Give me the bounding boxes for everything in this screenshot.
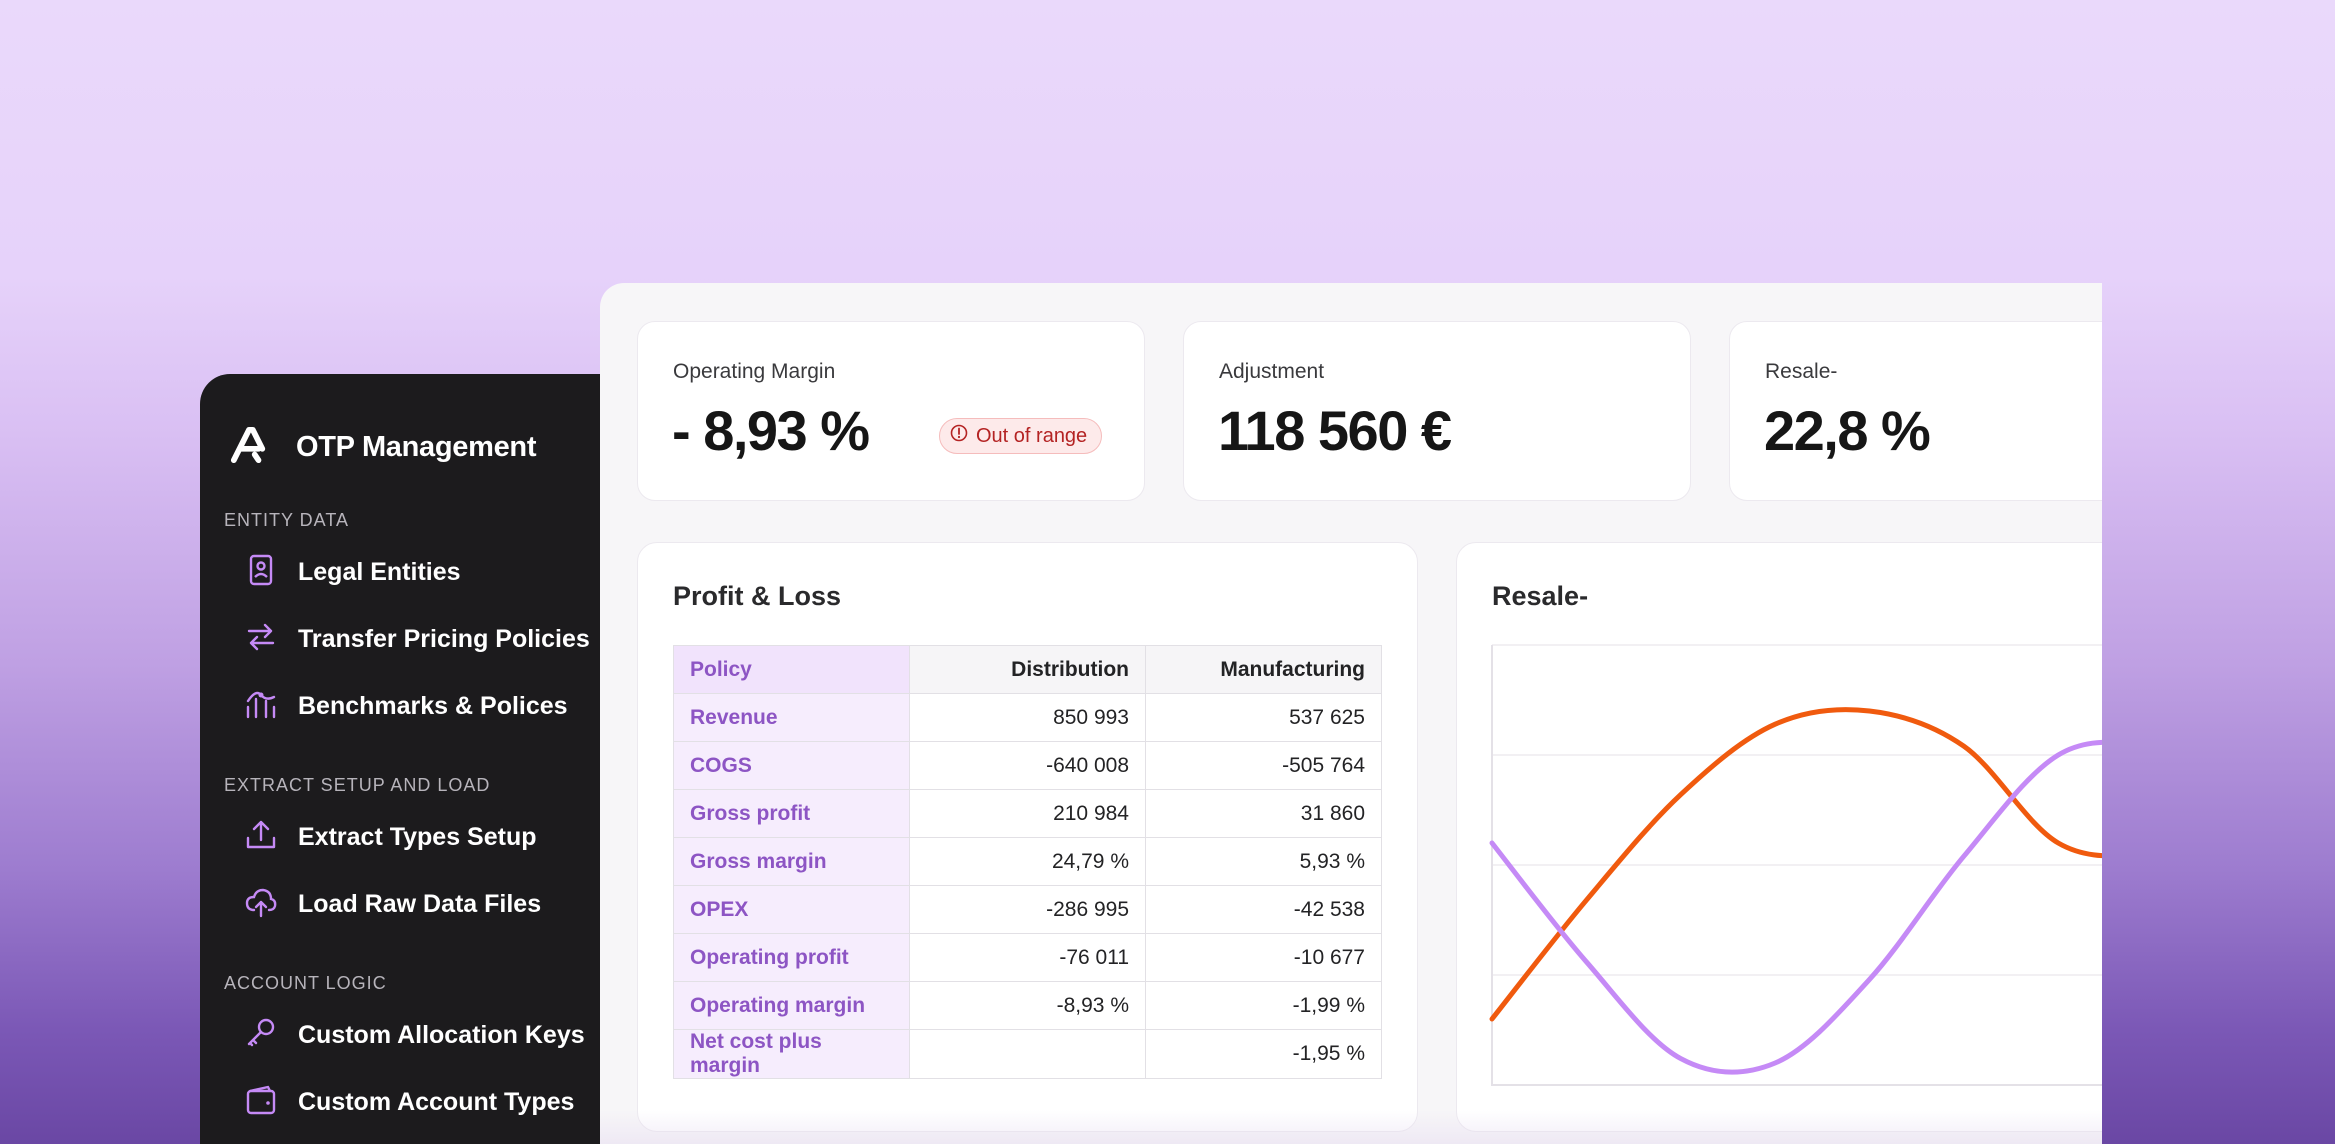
status-badge: Out of range bbox=[939, 418, 1103, 454]
cell-manufacturing: -1,95 % bbox=[1145, 1029, 1382, 1079]
section-label-extract-setup: EXTRACT SETUP AND LOAD bbox=[224, 775, 491, 795]
cell-manufacturing: -1,99 % bbox=[1145, 981, 1382, 1030]
arrows-exchange-icon bbox=[244, 620, 278, 659]
logo-icon bbox=[230, 426, 268, 469]
line-chart bbox=[1489, 644, 2102, 1086]
brand[interactable]: OTP Management bbox=[230, 426, 537, 469]
row-label: Revenue bbox=[673, 693, 910, 742]
section-label-account-logic: ACCOUNT LOGIC bbox=[224, 973, 387, 993]
app-title: OTP Management bbox=[296, 431, 537, 463]
id-badge-icon bbox=[244, 553, 278, 592]
cell-manufacturing: 31 860 bbox=[1145, 789, 1382, 838]
row-label: OPEX bbox=[673, 885, 910, 934]
column-header-policy[interactable]: Policy bbox=[673, 645, 910, 694]
kpi-label: Operating Margin bbox=[673, 360, 836, 383]
table-header-row: Policy Distribution Manufacturing bbox=[673, 645, 1382, 694]
profit-loss-card: Profit & Loss Policy Distribution Manufa… bbox=[637, 542, 1418, 1132]
cell-manufacturing: -505 764 bbox=[1145, 741, 1382, 790]
table-row: Operating margin -8,93 % -1,99 % bbox=[673, 981, 1382, 1030]
nav-item-legal-entities[interactable]: Legal Entities bbox=[244, 550, 461, 594]
nav-label: Custom Allocation Keys bbox=[298, 1020, 585, 1049]
benchmark-icon bbox=[244, 687, 278, 726]
alert-icon bbox=[950, 424, 976, 448]
cell-manufacturing: -42 538 bbox=[1145, 885, 1382, 934]
resale-chart-card: Resale- bbox=[1456, 542, 2102, 1132]
profit-loss-table: Policy Distribution Manufacturing Revenu… bbox=[673, 645, 1382, 1079]
row-label: COGS bbox=[673, 741, 910, 790]
table-row: Revenue 850 993 537 625 bbox=[673, 693, 1382, 742]
cell-manufacturing: 5,93 % bbox=[1145, 837, 1382, 886]
kpi-label: Resale- bbox=[1765, 360, 1838, 383]
nav-label: Load Raw Data Files bbox=[298, 889, 542, 918]
cloud-upload-icon bbox=[244, 885, 278, 924]
cell-distribution: -8,93 % bbox=[909, 981, 1146, 1030]
kpi-label: Adjustment bbox=[1219, 360, 1325, 383]
table-row: Gross margin 24,79 % 5,93 % bbox=[673, 837, 1382, 886]
sidebar: OTP Management ENTITY DATA Legal Entitie… bbox=[200, 374, 620, 1144]
column-header-distribution[interactable]: Distribution bbox=[909, 645, 1146, 694]
chart-series bbox=[1489, 707, 2102, 1075]
app-frame: OTP Management ENTITY DATA Legal Entitie… bbox=[0, 0, 2335, 1144]
row-label: Gross profit bbox=[673, 789, 910, 838]
badge-text: Out of range bbox=[976, 424, 1088, 447]
nav-item-extract-types-setup[interactable]: Extract Types Setup bbox=[244, 815, 537, 859]
nav-item-benchmarks[interactable]: Benchmarks & Polices bbox=[244, 684, 568, 728]
cell-distribution: -286 995 bbox=[909, 885, 1146, 934]
cell-distribution bbox=[909, 1029, 1146, 1079]
nav-label: Benchmarks & Polices bbox=[298, 691, 568, 720]
nav-item-custom-allocation-keys[interactable]: Custom Allocation Keys bbox=[244, 1013, 585, 1057]
wallet-icon bbox=[244, 1083, 278, 1122]
nav-label: Custom Account Types bbox=[298, 1087, 575, 1116]
kpi-card-adjustment[interactable]: Adjustment 118 560 € bbox=[1183, 321, 1691, 501]
kpi-value: - 8,93 % bbox=[672, 399, 870, 462]
kpi-value: 22,8 % bbox=[1764, 399, 1931, 462]
chart-grid bbox=[1491, 644, 2102, 1086]
section-label-entity-data: ENTITY DATA bbox=[224, 510, 350, 530]
nav-item-custom-account-types[interactable]: Custom Account Types bbox=[244, 1080, 574, 1124]
card-title: Profit & Loss bbox=[673, 581, 842, 611]
cell-distribution: -640 008 bbox=[909, 741, 1146, 790]
row-label: Operating profit bbox=[673, 933, 910, 982]
kpi-card-resale[interactable]: Resale- 22,8 % bbox=[1729, 321, 2102, 501]
cell-distribution: 850 993 bbox=[909, 693, 1146, 742]
bottom-fade bbox=[600, 1110, 2102, 1144]
cell-distribution: 24,79 % bbox=[909, 837, 1146, 886]
nav-label: Extract Types Setup bbox=[298, 822, 537, 851]
table-row: OPEX -286 995 -42 538 bbox=[673, 885, 1382, 934]
table-row: COGS -640 008 -505 764 bbox=[673, 741, 1382, 790]
kpi-card-operating-margin[interactable]: Operating Margin - 8,93 % Out of range bbox=[637, 321, 1145, 501]
main-panel: Operating Margin - 8,93 % Out of range A… bbox=[600, 283, 2102, 1144]
cell-distribution: 210 984 bbox=[909, 789, 1146, 838]
cell-manufacturing: 537 625 bbox=[1145, 693, 1382, 742]
nav-label: Transfer Pricing Policies bbox=[298, 624, 590, 653]
key-icon bbox=[244, 1016, 278, 1055]
upload-tray-icon bbox=[244, 818, 278, 857]
row-label: Gross margin bbox=[673, 837, 910, 886]
row-label: Operating margin bbox=[673, 981, 910, 1030]
nav-label: Legal Entities bbox=[298, 557, 461, 586]
nav-item-transfer-pricing-policies[interactable]: Transfer Pricing Policies bbox=[244, 617, 590, 661]
table-row: Gross profit 210 984 31 860 bbox=[673, 789, 1382, 838]
row-label: Net cost plus margin bbox=[673, 1029, 910, 1079]
table-row: Net cost plus margin -1,95 % bbox=[673, 1029, 1382, 1079]
table-row: Operating profit -76 011 -10 677 bbox=[673, 933, 1382, 982]
column-header-manufacturing[interactable]: Manufacturing bbox=[1145, 645, 1382, 694]
nav-item-load-raw-data-files[interactable]: Load Raw Data Files bbox=[244, 882, 541, 926]
cell-distribution: -76 011 bbox=[909, 933, 1146, 982]
cell-manufacturing: -10 677 bbox=[1145, 933, 1382, 982]
kpi-value: 118 560 € bbox=[1218, 399, 1452, 462]
